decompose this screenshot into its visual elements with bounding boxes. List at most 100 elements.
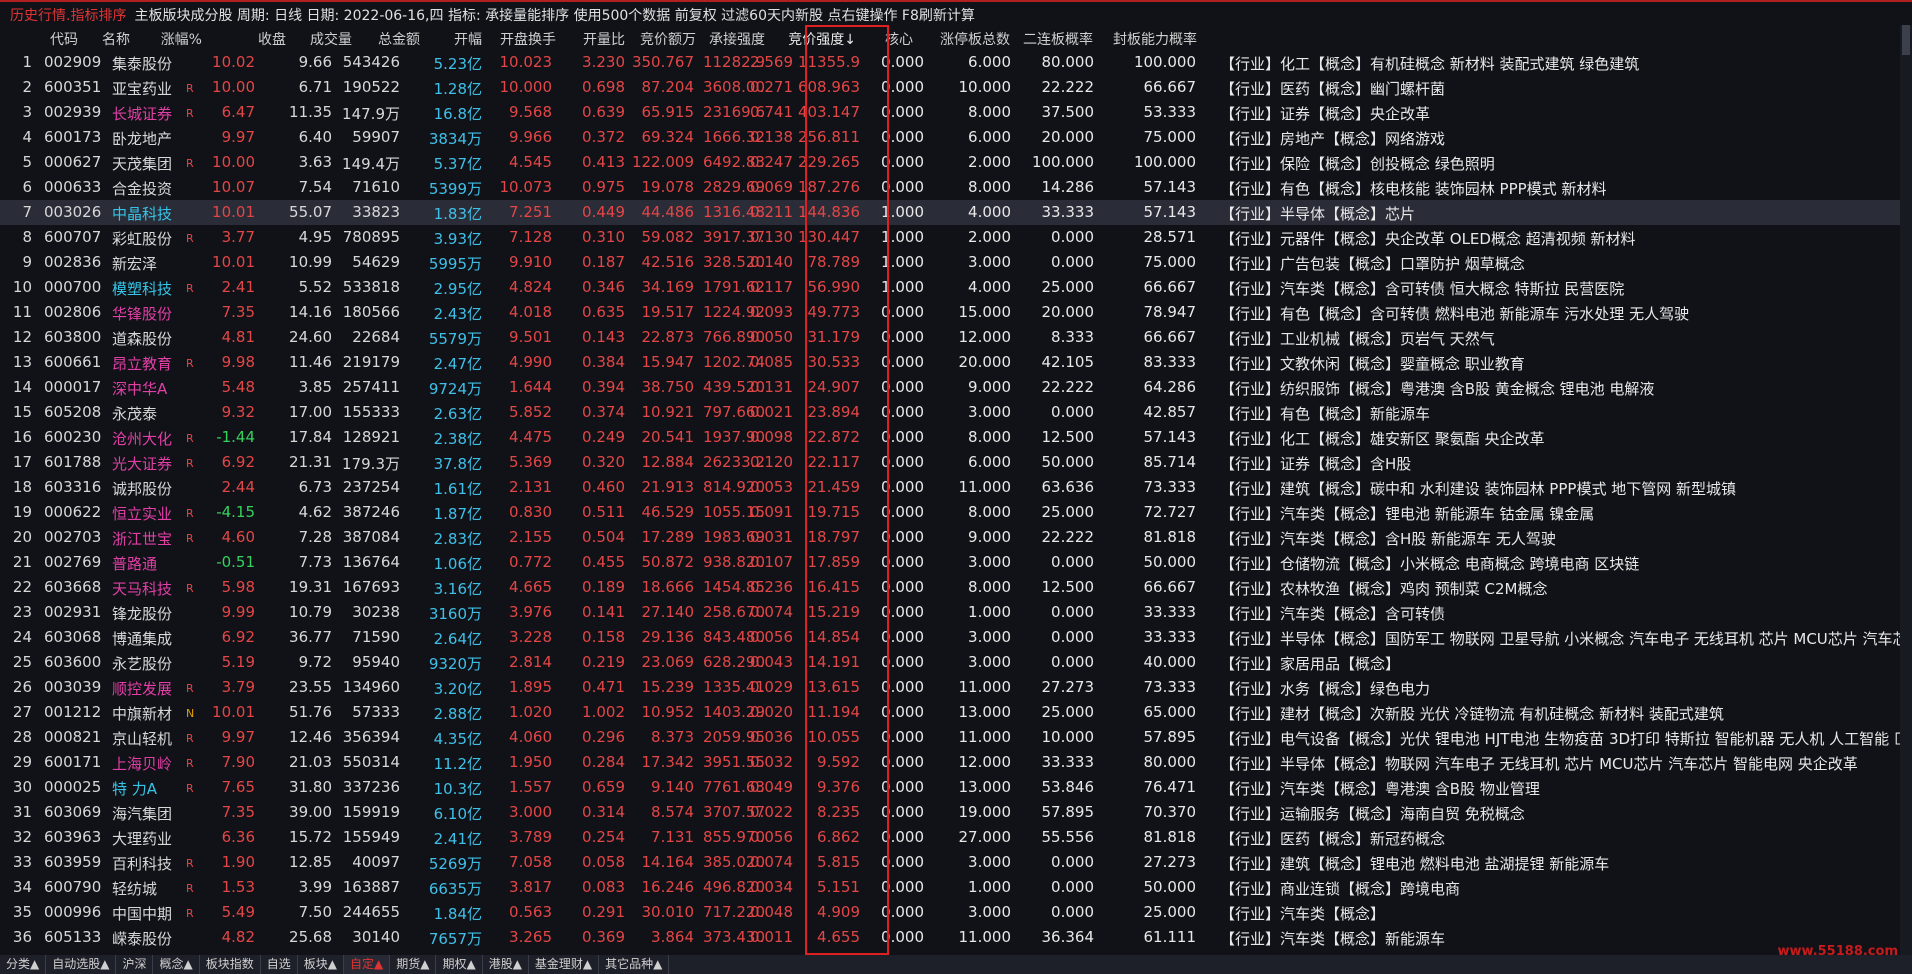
table-row[interactable]: 3 002939 长城证券 R 6.47 11.35 147.9万 16.8亿 9.568 0.6… — [0, 100, 1900, 125]
column-header[interactable]: 代码 — [50, 29, 78, 49]
table-row[interactable]: 6 000633 合金投资 10.07 7.54 71610 5399万 10.073 0.97… — [0, 175, 1900, 200]
cell-close: 25.68 — [289, 928, 332, 946]
cell-close: 12.85 — [289, 853, 332, 871]
bottom-tab[interactable]: 板块指数 — [200, 955, 261, 974]
table-row[interactable]: 9 002836 新宏泽 10.01 10.99 54629 5995万 9.910 0.187… — [0, 250, 1900, 275]
cell-seal: 42.857 — [1143, 403, 1197, 421]
cell-vr: 17.289 — [641, 528, 695, 546]
table-row[interactable]: 21 002769 普路通 -0.51 7.73 136764 1.06亿 0.772 0.45… — [0, 550, 1900, 575]
column-header[interactable]: 总金额 — [378, 29, 420, 49]
stock-flag: R — [186, 782, 194, 795]
table-row[interactable]: 23 002931 锋龙股份 9.99 10.79 30238 3160万 3.976 0.14… — [0, 600, 1900, 625]
stock-name: 大理药业 — [112, 830, 173, 848]
table-row[interactable]: 18 603316 诚邦股份 2.44 6.73 237254 1.61亿 2.131 0.46… — [0, 475, 1900, 500]
table-row[interactable]: 27 001212 中旗新材 N 10.01 51.76 57333 2.88亿 1.020 1.… — [0, 700, 1900, 725]
cell-seal: 25.000 — [1143, 903, 1197, 921]
table-row[interactable]: 2 600351 亚宝药业 R 10.00 6.71 190522 1.28亿 10.000 0.… — [0, 75, 1900, 100]
bottom-tab[interactable]: 期权▲ — [436, 955, 483, 974]
table-row[interactable]: 15 605208 永茂泰 9.32 17.00 155333 2.63亿 5.852 0.37… — [0, 400, 1900, 425]
column-header[interactable]: 二连板概率 — [1023, 29, 1093, 49]
row-number: 24 — [12, 628, 32, 646]
table-row[interactable]: 10 000700 模塑科技 R 2.41 5.52 533818 2.95亿 4.824 0.3… — [0, 275, 1900, 300]
table-row[interactable]: 14 000017 深中华A 5.48 3.85 257411 9724万 1.644 0.39… — [0, 375, 1900, 400]
column-header[interactable]: 竞价额万 — [640, 29, 696, 49]
table-row[interactable]: 31 603069 海汽集团 7.35 39.00 159919 6.10亿 3.000 0.3… — [0, 800, 1900, 825]
cell-seal: 66.667 — [1143, 278, 1197, 296]
cell-str: 0.036 — [750, 728, 793, 746]
vertical-scrollbar[interactable] — [1900, 25, 1912, 955]
table-row[interactable]: 36 605133 嵘泰股份 4.82 25.68 30140 7657万 3.265 0.36… — [0, 925, 1900, 950]
cell-amt: 3160万 — [428, 605, 482, 623]
column-header[interactable]: 成交量 — [310, 29, 352, 49]
column-header[interactable]: 开量比 — [583, 29, 625, 49]
stock-flag: R — [186, 507, 194, 520]
table-row[interactable]: 16 600230 沧州大化 R -1.44 17.84 128921 2.38亿 4.475 0… — [0, 425, 1900, 450]
table-row[interactable]: 35 000996 中国中期 R 5.49 7.50 244655 1.84亿 0.563 0.2… — [0, 900, 1900, 925]
cell-open: 4.018 — [509, 303, 552, 321]
bottom-tab[interactable]: 概念▲ — [153, 955, 200, 974]
stock-flag: R — [186, 907, 194, 920]
cell-zt: 9.000 — [968, 378, 1011, 396]
column-header[interactable]: 收盘 — [258, 29, 286, 49]
table-row[interactable]: 11 002806 华锋股份 7.35 14.16 180566 2.43亿 4.018 0.6… — [0, 300, 1900, 325]
bottom-tab[interactable]: 港股▲ — [483, 955, 529, 974]
stock-name: 中晶科技 — [112, 205, 173, 223]
stock-name: 天茂集团 — [112, 155, 173, 173]
column-header[interactable]: 开幅 — [454, 29, 482, 49]
table-row[interactable]: 32 603963 大理药业 6.36 15.72 155949 2.41亿 3.789 0.2… — [0, 825, 1900, 850]
table-row[interactable]: 28 000821 京山轻机 R 9.97 12.46 356394 4.35亿 4.060 0.… — [0, 725, 1900, 750]
column-header[interactable]: 承接强度 — [709, 29, 765, 49]
table-row[interactable]: 17 601788 光大证券 R 6.92 21.31 179.3万 37.8亿 5.369 0.… — [0, 450, 1900, 475]
bottom-tab[interactable]: 分类▲ — [0, 955, 47, 974]
table-row[interactable]: 8 600707 彩虹股份 R 3.77 4.95 780895 3.93亿 7.128 0.31… — [0, 225, 1900, 250]
bottom-tab[interactable]: 其它品种▲ — [599, 955, 670, 974]
cell-str: 0.091 — [750, 503, 793, 521]
table-row[interactable]: 12 603800 道森股份 4.81 24.60 22684 5579万 9.501 0.14… — [0, 325, 1900, 350]
column-header[interactable]: 封板能力概率 — [1113, 29, 1197, 49]
bottom-tab[interactable]: 自选 — [261, 955, 298, 974]
cell-chg: 7.65 — [221, 778, 255, 796]
column-header[interactable]: 名称 — [102, 29, 130, 49]
stock-code: 603800 — [44, 328, 102, 346]
bottom-tab[interactable]: 自动选股▲ — [46, 955, 117, 974]
table-row[interactable]: 24 603068 博通集成 6.92 36.77 71590 2.64亿 3.228 0.15… — [0, 625, 1900, 650]
column-header[interactable]: 核心 — [885, 29, 913, 49]
table-row[interactable]: 4 600173 卧龙地产 9.97 6.40 59907 3834万 9.966 0.372 6… — [0, 125, 1900, 150]
industry-concept-tags: 【行业】文教休闲【概念】婴童概念 职业教育 — [1220, 355, 1525, 373]
table-row[interactable]: 33 603959 百利科技 R 1.90 12.85 40097 5269万 7.058 0.0… — [0, 850, 1900, 875]
bottom-tab[interactable]: 板块▲ — [298, 955, 344, 974]
table-row[interactable]: 26 003039 顺控发展 R 3.79 23.55 134960 3.20亿 1.895 0.… — [0, 675, 1900, 700]
scroll-thumb[interactable] — [1902, 25, 1910, 55]
cell-p2: 0.000 — [1051, 603, 1094, 621]
industry-concept-tags: 【行业】医药【概念】幽门螺杆菌 — [1220, 80, 1446, 98]
table-row[interactable]: 5 000627 天茂集团 R 10.00 3.63 149.4万 5.37亿 4.545 0.4… — [0, 150, 1900, 175]
column-header[interactable]: 涨停板总数 — [940, 29, 1010, 49]
table-row[interactable]: 1 002909 集泰股份 10.02 9.66 543426 5.23亿 10.023 3.2… — [0, 50, 1900, 75]
cell-str: 0.031 — [750, 528, 793, 546]
table-row[interactable]: 29 600171 上海贝岭 R 7.90 21.03 550314 11.2亿 1.950 0.… — [0, 750, 1900, 775]
cell-tov: 0.511 — [582, 503, 625, 521]
industry-concept-tags: 【行业】半导体【概念】芯片 — [1220, 205, 1416, 223]
cell-tov: 0.449 — [582, 203, 625, 221]
table-row[interactable]: 25 603600 永艺股份 5.19 9.72 95940 9320万 2.814 0.219… — [0, 650, 1900, 675]
table-row[interactable]: 20 002703 浙江世宝 R 4.60 7.28 387084 2.83亿 2.155 0.5… — [0, 525, 1900, 550]
stock-name: 亚宝药业 — [112, 80, 173, 98]
bottom-tab[interactable]: 自定▲ — [343, 955, 391, 974]
table-row[interactable]: 22 603668 天马科技 R 5.98 19.31 167693 3.16亿 4.665 0.… — [0, 575, 1900, 600]
table-row[interactable]: 7 003026 中晶科技 10.01 55.07 33823 1.83亿 7.251 0.44… — [0, 200, 1900, 225]
table-row[interactable]: 30 000025 特 力A R 7.65 31.80 337236 10.3亿 1.557 0.… — [0, 775, 1900, 800]
bottom-tab[interactable]: 基金理财▲ — [529, 955, 600, 974]
stock-flag: R — [186, 107, 194, 120]
bottom-tab[interactable]: 期货▲ — [390, 955, 437, 974]
cell-vr: 18.666 — [641, 578, 695, 596]
cell-vr: 23.069 — [641, 653, 695, 671]
table-row[interactable]: 19 000622 恒立实业 R -4.15 4.62 387246 1.87亿 0.830 0.… — [0, 500, 1900, 525]
column-header[interactable]: 开盘换手 — [500, 29, 556, 49]
table-row[interactable]: 13 600661 昂立教育 R 9.98 11.46 219179 2.47亿 4.990 0.… — [0, 350, 1900, 375]
cell-amt: 5399万 — [428, 180, 482, 198]
table-row[interactable]: 34 600790 轻纺城 R 1.53 3.99 163887 6635万 3.817 0.08… — [0, 875, 1900, 900]
cell-str: 0.056 — [750, 628, 793, 646]
column-header[interactable]: 涨幅% — [161, 29, 202, 49]
bottom-tab[interactable]: 沪深 — [116, 955, 154, 974]
cell-vr: 65.915 — [641, 103, 695, 121]
